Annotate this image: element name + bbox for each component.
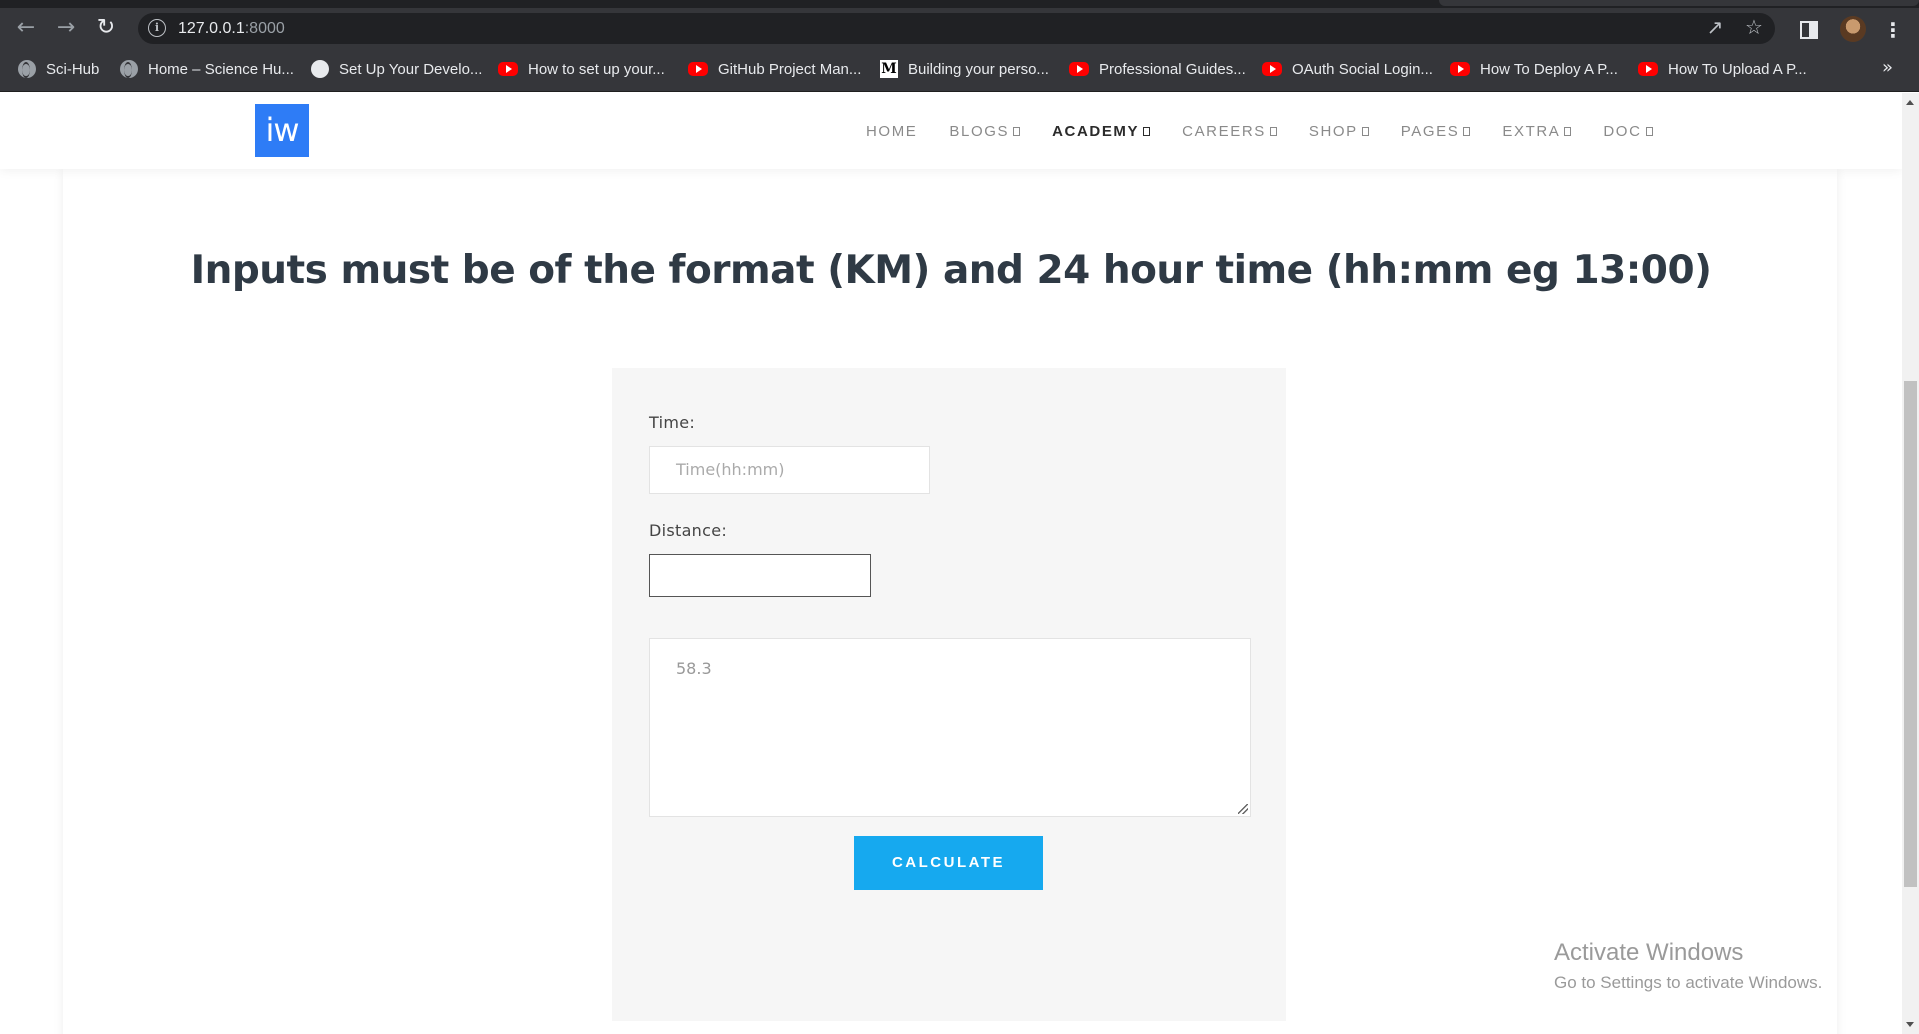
nav-item-academy[interactable]: ACADEMY	[1052, 123, 1151, 140]
site-header: iw HOME BLOGS ACADEMY CAREERS SHOP PAGES…	[0, 93, 1902, 169]
arrow-left-icon[interactable]: ←	[8, 8, 44, 48]
caret-down-icon	[1013, 126, 1021, 136]
calculator-form: Time: Time(hh:mm) Distance: 58.3 CALCULA…	[612, 368, 1286, 1021]
calculate-button[interactable]: CALCULATE	[854, 836, 1043, 890]
bookmark-item[interactable]: Set Up Your Develo...	[311, 58, 482, 80]
bookmark-item[interactable]: Sci-Hub	[18, 58, 99, 80]
distance-input[interactable]	[649, 554, 871, 597]
nav-item-pages[interactable]: PAGES	[1401, 123, 1471, 140]
active-tab[interactable]	[1439, 0, 1919, 6]
youtube-icon	[1069, 62, 1089, 76]
youtube-icon	[498, 62, 518, 76]
url-text[interactable]: 127.0.0.1:8000	[178, 19, 285, 38]
scroll-up-icon[interactable]	[1906, 100, 1914, 105]
caret-down-icon	[1564, 126, 1572, 136]
result-textarea[interactable]: 58.3	[649, 638, 1251, 817]
watermark-subtitle: Go to Settings to activate Windows.	[1554, 973, 1823, 992]
main-nav: HOME BLOGS ACADEMY CAREERS SHOP PAGES EX…	[866, 93, 1685, 169]
caret-down-icon	[1143, 126, 1151, 136]
profile-avatar[interactable]	[1840, 16, 1866, 42]
caret-down-icon	[1463, 126, 1471, 136]
youtube-icon	[1262, 62, 1282, 76]
info-icon[interactable]: i	[148, 19, 166, 37]
time-input[interactable]: Time(hh:mm)	[649, 446, 930, 494]
nav-item-shop[interactable]: SHOP	[1309, 123, 1369, 140]
caret-down-icon	[1269, 126, 1277, 136]
result-value: 58.3	[676, 659, 712, 678]
youtube-icon	[1450, 62, 1470, 76]
star-icon[interactable]: ☆	[1740, 13, 1768, 41]
site-logo[interactable]: iw	[255, 104, 309, 157]
youtube-icon	[688, 62, 708, 76]
bookmark-item[interactable]: How to set up your...	[498, 58, 665, 80]
web-page: iw HOME BLOGS ACADEMY CAREERS SHOP PAGES…	[0, 93, 1902, 1034]
bookmark-item[interactable]: GitHub Project Man...	[688, 58, 861, 80]
page-title: Inputs must be of the format (KM) and 24…	[190, 248, 1712, 293]
arrow-right-icon[interactable]: →	[48, 8, 84, 48]
resize-grip-icon[interactable]	[1238, 804, 1248, 814]
bookmark-item[interactable]: How To Upload A P...	[1638, 58, 1807, 80]
globe-icon	[18, 60, 36, 78]
reload-icon[interactable]: ↻	[88, 8, 124, 48]
puzzle-icon	[311, 60, 329, 78]
watermark-title: Activate Windows	[1554, 939, 1744, 966]
caret-down-icon	[1361, 126, 1369, 136]
bookmark-item[interactable]: Professional Guides...	[1069, 58, 1246, 80]
youtube-icon	[1638, 62, 1658, 76]
nav-item-careers[interactable]: CAREERS	[1182, 123, 1277, 140]
bookmarks-overflow-button[interactable]: »	[1882, 57, 1893, 78]
nav-item-extra[interactable]: EXTRA	[1502, 123, 1572, 140]
share-icon[interactable]: ↗	[1701, 13, 1729, 41]
bookmarks-bar: Sci-Hub Home – Science Hu... Set Up Your…	[0, 48, 1919, 92]
globe-icon	[120, 60, 138, 78]
bookmark-item[interactable]: OAuth Social Login...	[1262, 58, 1433, 80]
side-panel-icon[interactable]	[1800, 21, 1818, 39]
time-label: Time:	[649, 413, 696, 432]
nav-item-home[interactable]: HOME	[866, 123, 917, 140]
caret-down-icon	[1645, 126, 1653, 136]
bookmark-item[interactable]: M Building your perso...	[880, 58, 1049, 80]
windows-activation-watermark: Activate Windows Go to Settings to activ…	[1554, 939, 1822, 993]
kebab-menu-icon[interactable]: ⋮	[1883, 15, 1903, 45]
distance-label: Distance:	[649, 521, 728, 540]
vertical-scrollbar[interactable]	[1902, 93, 1919, 1034]
nav-item-doc[interactable]: DOC	[1603, 123, 1653, 140]
scroll-thumb[interactable]	[1904, 381, 1917, 887]
nav-item-blogs[interactable]: BLOGS	[949, 123, 1021, 140]
bookmark-item[interactable]: Home – Science Hu...	[120, 58, 294, 80]
browser-toolbar: ← → ↻ i 127.0.0.1:8000 ↗ ☆ ⋮	[0, 8, 1919, 48]
scroll-down-icon[interactable]	[1906, 1022, 1914, 1027]
browser-tab-strip	[0, 0, 1919, 8]
medium-icon: M	[880, 60, 898, 78]
bookmark-item[interactable]: How To Deploy A P...	[1450, 58, 1618, 80]
address-bar[interactable]: i 127.0.0.1:8000 ↗ ☆	[138, 13, 1775, 44]
